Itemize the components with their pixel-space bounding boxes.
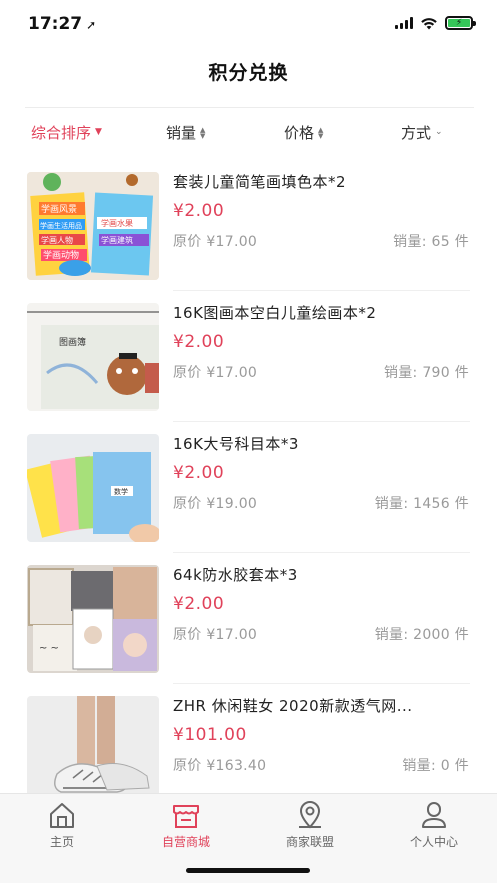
sort-method-label: 方式 [401, 124, 432, 142]
product-image [27, 696, 159, 804]
status-icons: ⚡ [395, 16, 476, 30]
sort-sales[interactable]: 销量 ▲ ▼ [166, 122, 205, 143]
tab-merchants[interactable]: 商家联盟 [248, 800, 372, 850]
product-price: ¥2.00 [173, 332, 225, 352]
product-price: ¥101.00 [173, 725, 247, 745]
location-pin-icon [299, 801, 321, 829]
product-sales: 销量: 1456 件 [374, 496, 469, 512]
tab-store-label: 自营商城 [161, 835, 210, 849]
wifi-icon [421, 17, 437, 29]
product-title: 64k防水胶套本*3 [173, 566, 298, 584]
sort-sales-label: 销量 [166, 124, 197, 142]
product-image: ~ ~ [27, 565, 159, 673]
sort-method[interactable]: 方式 ⌄ [401, 122, 443, 143]
product-sales: 销量: 65 件 [393, 234, 469, 250]
sort-comprehensive[interactable]: 综合排序 ▼ [31, 122, 102, 143]
store-icon [173, 805, 199, 828]
product-item[interactable]: 图画簿 16K图画本空白儿童绘画本*2 ¥2.00 原价 ¥17.00 销量: … [0, 291, 497, 422]
product-original-price: 原价 ¥19.00 [173, 496, 258, 512]
tab-home-label: 主页 [49, 835, 74, 849]
product-sales: 销量: 790 件 [383, 365, 469, 381]
product-item[interactable]: 学画风景 学画生活用品 学画水果 学画人物 学画动物 学画建筑 套装儿童简笔画填… [0, 160, 497, 291]
battery-charging-icon: ⚡ [445, 16, 476, 30]
product-title: 16K大号科目本*3 [173, 435, 299, 453]
user-icon [422, 802, 446, 828]
cellular-signal-icon [395, 17, 413, 29]
header-divider [25, 107, 474, 108]
status-time: 17:27 ➚ [28, 14, 96, 34]
tab-profile[interactable]: 个人中心 [372, 800, 496, 850]
caret-down-icon: ▼ [95, 127, 102, 137]
book-cover-text: 学画风景 [41, 203, 77, 215]
product-price: ¥2.00 [173, 463, 225, 483]
sort-bar: 综合排序 ▼ 销量 ▲ ▼ 价格 ▲ ▼ 方式 ⌄ [0, 122, 497, 150]
product-item[interactable]: 数学 16K大号科目本*3 ¥2.00 原价 ¥19.00 销量: 1456 件 [0, 422, 497, 553]
sort-updown-icon: ▲ ▼ [318, 125, 324, 140]
product-title: 16K图画本空白儿童绘画本*2 [173, 304, 377, 322]
page-title: 积分兑换 [208, 62, 289, 84]
tab-home[interactable]: 主页 [0, 800, 124, 850]
product-image: 学画风景 学画生活用品 学画水果 学画人物 学画动物 学画建筑 [27, 172, 159, 280]
sort-comprehensive-label: 综合排序 [31, 124, 92, 142]
product-price: ¥2.00 [173, 594, 225, 614]
tab-merchants-label: 商家联盟 [285, 835, 334, 849]
book-cover-text: 学画人物 [41, 235, 73, 245]
book-cover-text: 学画水果 [101, 218, 133, 228]
product-image: 数学 [27, 434, 159, 542]
sort-price-label: 价格 [284, 124, 315, 142]
sort-price[interactable]: 价格 ▲ ▼ [284, 122, 323, 143]
product-item[interactable]: ~ ~ 64k防水胶套本*3 ¥2.00 原价 ¥17.00 销量: 2000 … [0, 553, 497, 684]
product-title: ZHR 休闲鞋女 2020新款透气网... [173, 697, 413, 715]
product-original-price: 原价 ¥17.00 [173, 234, 258, 250]
book-cover-text: 学画动物 [43, 249, 79, 261]
status-time-text: 17:27 [28, 14, 83, 34]
svg-text:~ ~: ~ ~ [39, 643, 59, 654]
product-original-price: 原价 ¥17.00 [173, 365, 258, 381]
tab-store[interactable]: 自营商城 [124, 800, 248, 850]
product-original-price: 原价 ¥17.00 [173, 627, 258, 643]
product-sales: 销量: 0 件 [402, 758, 469, 774]
chevron-down-icon: ⌄ [435, 127, 443, 137]
cover-text: 图画簿 [59, 336, 86, 348]
product-image: 图画簿 [27, 303, 159, 411]
home-indicator[interactable] [186, 868, 310, 873]
product-original-price: 原价 ¥163.40 [173, 758, 267, 774]
book-cover-text: 学画建筑 [101, 235, 133, 245]
cover-text: 数学 [114, 487, 128, 496]
location-arrow-icon: ➚ [86, 18, 97, 32]
home-icon [50, 803, 74, 828]
product-price: ¥2.00 [173, 201, 225, 221]
tab-profile-label: 个人中心 [409, 835, 458, 849]
book-cover-text: 学画生活用品 [40, 221, 82, 230]
product-title: 套装儿童简笔画填色本*2 [173, 173, 347, 191]
sort-updown-icon: ▲ ▼ [200, 125, 206, 140]
status-bar: 17:27 ➚ ⚡ [0, 0, 497, 50]
product-sales: 销量: 2000 件 [374, 627, 469, 643]
